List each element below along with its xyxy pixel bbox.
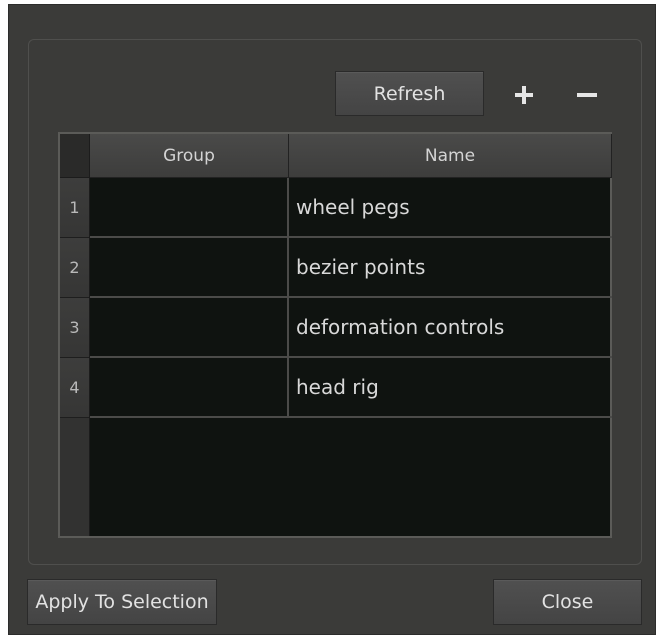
close-button[interactable]: Close bbox=[493, 579, 642, 625]
row-number[interactable]: 2 bbox=[60, 238, 90, 298]
name-cell[interactable]: wheel pegs bbox=[296, 178, 410, 236]
remove-button[interactable] bbox=[569, 77, 605, 113]
refresh-button[interactable]: Refresh bbox=[335, 71, 484, 116]
row-number[interactable]: 4 bbox=[60, 358, 90, 418]
dialog-window: Refresh Group Name 1 wheel pegs 2 bezier… bbox=[8, 4, 656, 635]
row-number[interactable]: 3 bbox=[60, 298, 90, 358]
table-row[interactable]: bezier points bbox=[90, 238, 612, 298]
apply-to-selection-button[interactable]: Apply To Selection bbox=[27, 579, 217, 625]
name-cell[interactable]: deformation controls bbox=[296, 298, 504, 356]
group-cell[interactable] bbox=[90, 178, 289, 236]
groups-table: Group Name 1 wheel pegs 2 bezier points … bbox=[58, 132, 612, 538]
column-header-name[interactable]: Name bbox=[289, 134, 612, 178]
name-cell[interactable]: head rig bbox=[296, 358, 379, 416]
table-corner bbox=[60, 134, 90, 178]
minus-icon bbox=[577, 93, 597, 97]
table-row[interactable]: head rig bbox=[90, 358, 612, 418]
row-number[interactable]: 1 bbox=[60, 178, 90, 238]
group-cell[interactable] bbox=[90, 238, 289, 296]
group-cell[interactable] bbox=[90, 298, 289, 356]
add-button[interactable] bbox=[506, 77, 542, 113]
table-row[interactable]: wheel pegs bbox=[90, 178, 612, 238]
group-cell[interactable] bbox=[90, 358, 289, 416]
name-cell[interactable]: bezier points bbox=[296, 238, 425, 296]
table-row[interactable]: deformation controls bbox=[90, 298, 612, 358]
column-header-group[interactable]: Group bbox=[90, 134, 289, 178]
plus-icon bbox=[515, 86, 533, 104]
